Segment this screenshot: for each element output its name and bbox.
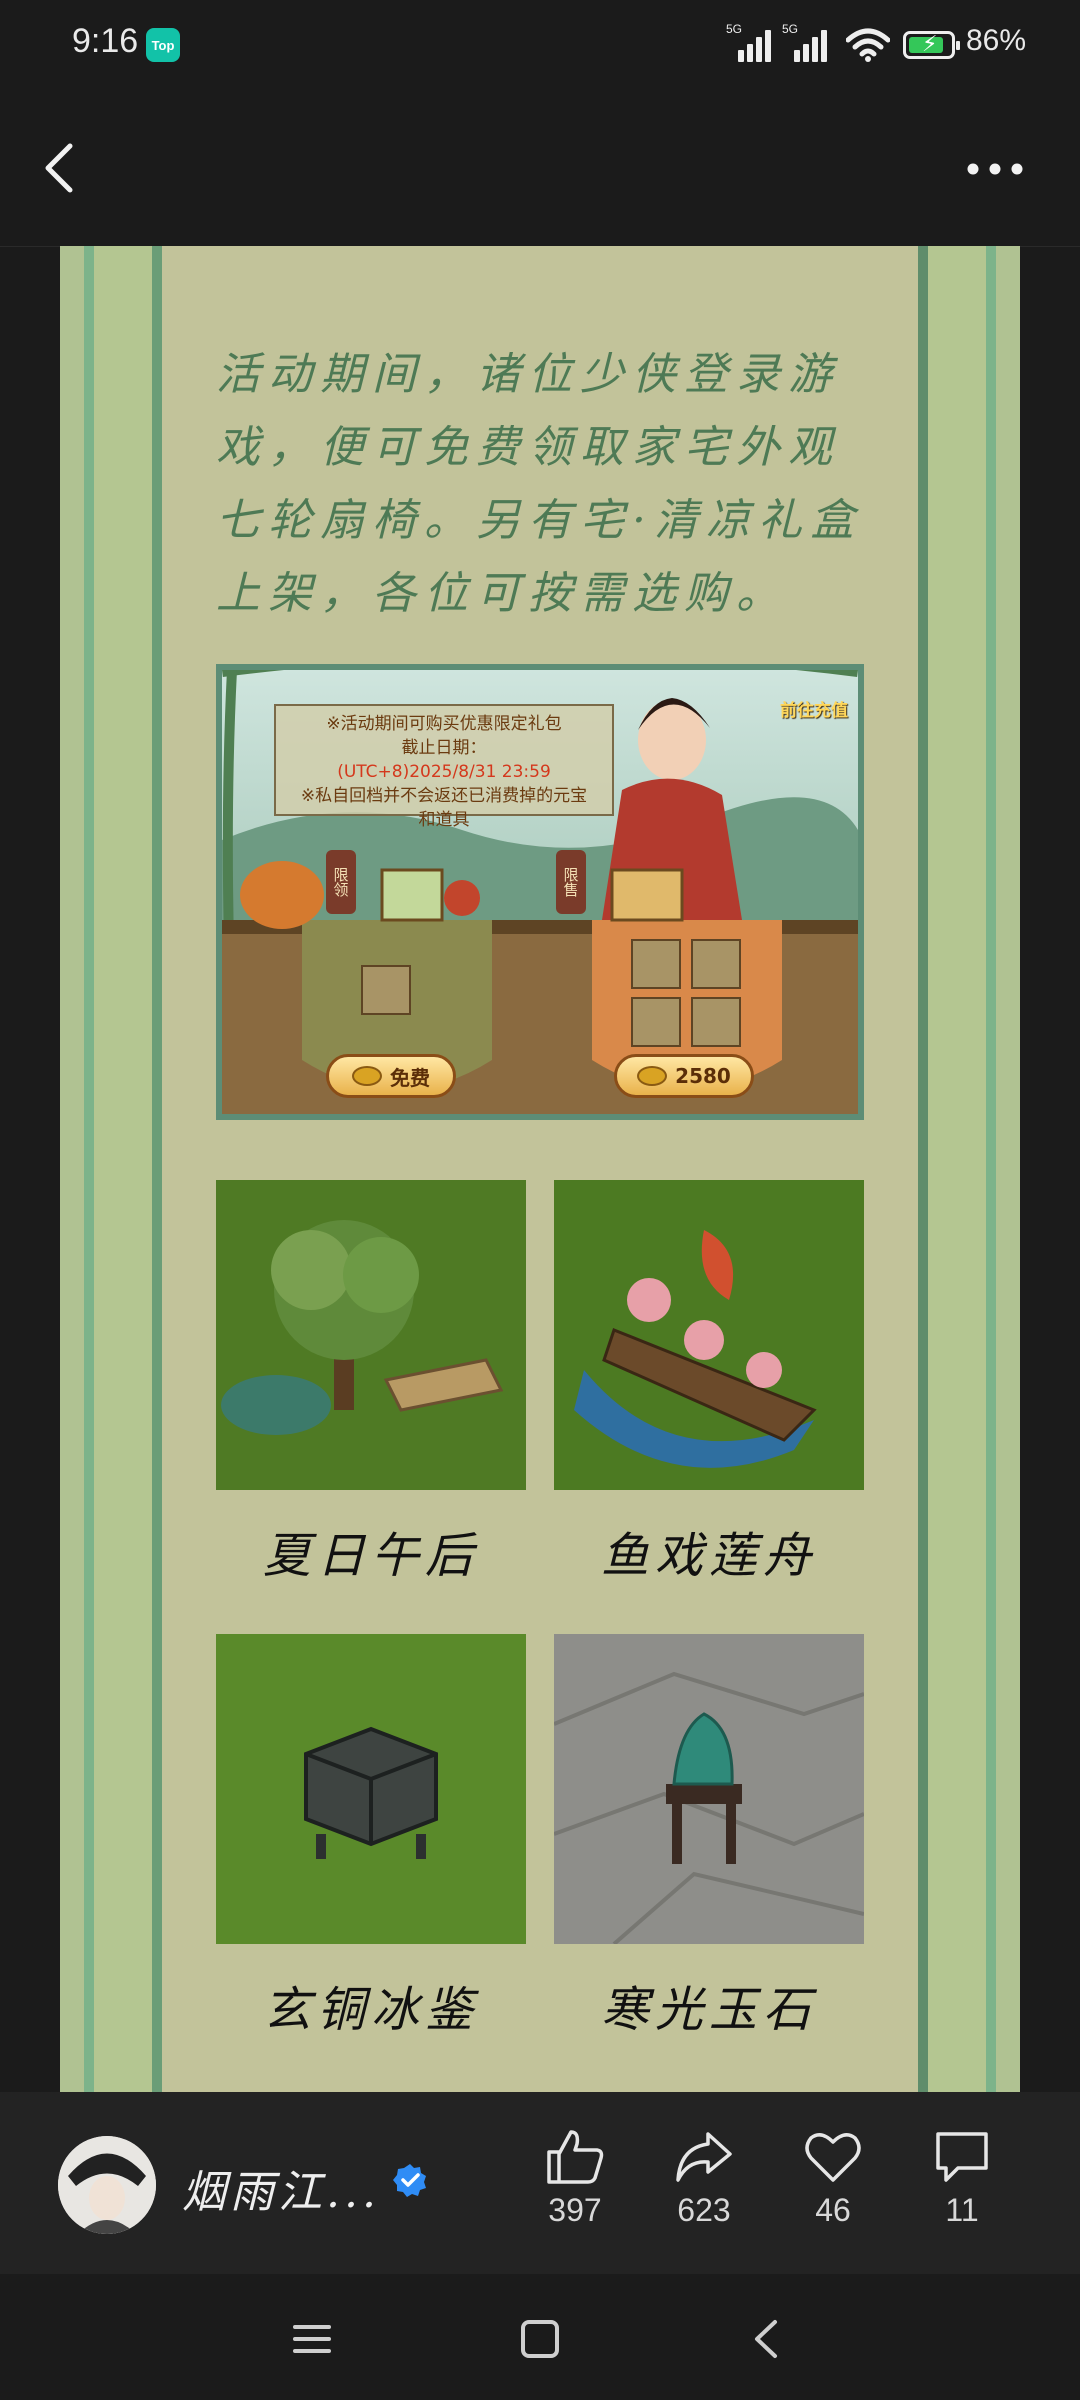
system-navigation-bar	[0, 2274, 1080, 2400]
limited-claim-tag: 限领	[326, 850, 356, 914]
limited-offer-notice: ※活动期间可购买优惠限定礼包 截止日期： (UTC+8)2025/8/31 23…	[274, 704, 614, 830]
author-avatar[interactable]	[58, 2136, 156, 2234]
more-options-icon[interactable]	[960, 144, 1030, 194]
thumbs-up-icon	[547, 2130, 604, 2184]
bronze-chest-image	[216, 1634, 526, 1944]
price-button: 2580	[614, 1054, 754, 1098]
item-label: 鱼戏莲舟	[600, 1528, 817, 1584]
recharge-button: 前往充值	[780, 701, 848, 721]
comment-button[interactable]: 11	[917, 2128, 1007, 2229]
post-body-text: 活动期间，诸位少侠登录游戏，便可免费领取家宅外观七轮扇椅。另有宅·清凉礼盒上架，…	[216, 349, 862, 619]
ingot-icon	[637, 1066, 668, 1086]
status-bar: 9:16 Top 5G 5G ⚡ 86%	[0, 0, 1080, 92]
comment-icon	[936, 2132, 988, 2182]
share-count: 623	[677, 2192, 731, 2228]
verified-badge-icon	[393, 2164, 426, 2197]
item-label: 寒光玉石	[600, 1982, 817, 2038]
back-icon[interactable]	[743, 2314, 793, 2364]
signal-icon: 5G	[782, 22, 828, 62]
game-shop-screenshot: ※活动期间可购买优惠限定礼包 截止日期： (UTC+8)2025/8/31 23…	[216, 664, 864, 1120]
share-button[interactable]: 623	[659, 2128, 749, 2229]
wifi-icon	[846, 28, 890, 62]
like-button[interactable]: 397	[530, 2128, 620, 2229]
heart-icon	[805, 2133, 861, 2182]
app-badge-icon: Top	[146, 28, 180, 62]
top-nav-bar	[0, 92, 1080, 247]
tree-and-chair-image	[216, 1180, 526, 1490]
favorite-button[interactable]: 46	[788, 2128, 878, 2229]
battery-icon: ⚡	[903, 31, 960, 59]
signal-icon: 5G	[726, 22, 772, 62]
like-count: 397	[548, 2192, 602, 2228]
author-name[interactable]: 烟雨江...	[182, 2156, 380, 2220]
status-time: 9:16	[72, 22, 139, 60]
item-tile-cold-jade-stone	[554, 1634, 864, 1944]
home-icon[interactable]	[515, 2314, 565, 2364]
jade-stone-image	[554, 1634, 864, 1944]
signal-label: 5G	[782, 22, 799, 36]
item-tile-summer-afternoon	[216, 1180, 526, 1490]
menu-icon[interactable]	[287, 2314, 337, 2364]
post-action-bar: 烟雨江... 397 623 46 11	[0, 2092, 1080, 2274]
back-arrow-icon[interactable]	[32, 138, 92, 198]
battery-percent: 86%	[966, 24, 1027, 57]
item-label: 玄铜冰鉴	[262, 1982, 479, 2038]
favorite-count: 46	[815, 2192, 851, 2228]
item-tile-bronze-ice-chest	[216, 1634, 526, 1944]
free-claim-button: 免费	[326, 1054, 456, 1098]
limited-sale-tag: 限售	[556, 850, 586, 914]
share-icon	[676, 2132, 732, 2182]
post-image: 活动期间，诸位少侠登录游戏，便可免费领取家宅外观七轮扇椅。另有宅·清凉礼盒上架，…	[60, 246, 1020, 2092]
item-label: 夏日午后	[262, 1528, 479, 1584]
lotus-boat-image	[554, 1180, 864, 1490]
avatar-image	[58, 2136, 156, 2234]
item-tile-fish-lotus-boat	[554, 1180, 864, 1490]
ingot-icon	[352, 1066, 382, 1086]
comment-count: 11	[945, 2192, 979, 2228]
signal-label: 5G	[726, 22, 743, 36]
